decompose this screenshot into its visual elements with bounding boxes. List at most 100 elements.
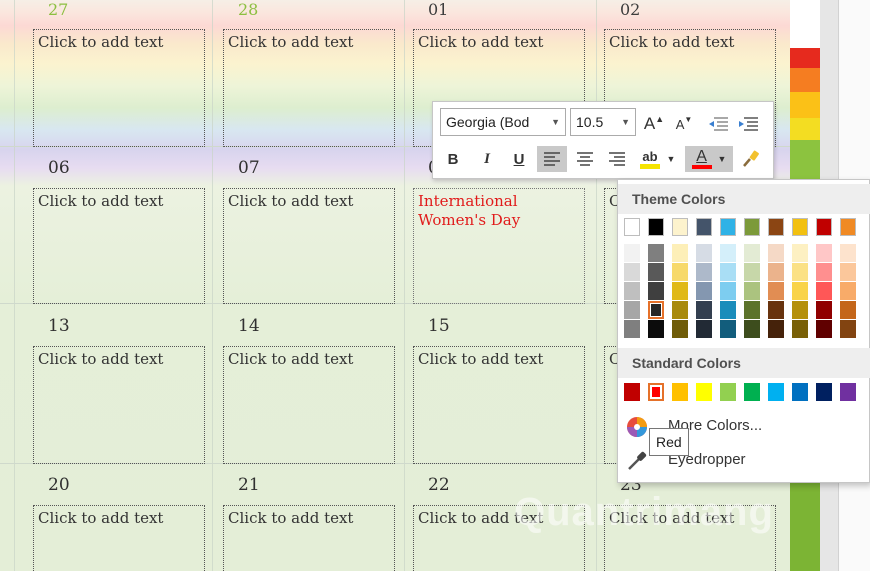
theme-shade-swatch[interactable]: [768, 263, 784, 281]
standard-color-swatch[interactable]: [648, 383, 664, 401]
day-text-placeholder[interactable]: Click to add text: [223, 188, 395, 304]
standard-color-swatch[interactable]: [792, 383, 808, 401]
theme-shade-swatch[interactable]: [792, 301, 808, 319]
day-text-placeholder[interactable]: Click to add text: [33, 188, 205, 304]
grow-font-button[interactable]: A ▲: [643, 111, 665, 137]
theme-shade-swatch[interactable]: [744, 244, 760, 262]
theme-shade-swatch[interactable]: [648, 282, 664, 300]
theme-shade-swatch[interactable]: [840, 263, 856, 281]
theme-shade-swatch[interactable]: [840, 244, 856, 262]
theme-shade-swatch[interactable]: [768, 282, 784, 300]
chevron-down-icon[interactable]: ▼: [718, 154, 727, 164]
theme-shade-swatch[interactable]: [816, 244, 832, 262]
chevron-down-icon[interactable]: ▼: [621, 117, 630, 127]
theme-color-swatch[interactable]: [696, 218, 712, 236]
italic-button[interactable]: I: [475, 146, 499, 172]
theme-shade-swatch[interactable]: [840, 301, 856, 319]
theme-shade-swatch[interactable]: [696, 263, 712, 281]
theme-shade-swatch[interactable]: [816, 320, 832, 338]
font-name-box[interactable]: Georgia (Bod ▼: [440, 108, 566, 136]
theme-shade-swatch[interactable]: [720, 320, 736, 338]
align-right-button[interactable]: [603, 146, 631, 172]
day-text-placeholder[interactable]: Click to add text: [223, 346, 395, 464]
standard-color-swatch[interactable]: [696, 383, 712, 401]
standard-color-swatch[interactable]: [672, 383, 688, 401]
theme-shade-swatch[interactable]: [720, 301, 736, 319]
decrease-indent-button[interactable]: [705, 111, 731, 137]
theme-shade-swatch[interactable]: [816, 282, 832, 300]
theme-shade-swatch[interactable]: [840, 320, 856, 338]
theme-shade-swatch[interactable]: [672, 282, 688, 300]
theme-shade-swatch[interactable]: [672, 263, 688, 281]
increase-indent-button[interactable]: [735, 111, 761, 137]
theme-shade-swatch[interactable]: [840, 282, 856, 300]
theme-shade-swatch[interactable]: [624, 301, 640, 319]
theme-shade-swatch[interactable]: [744, 301, 760, 319]
bold-button[interactable]: B: [441, 146, 465, 172]
day-number: 28: [238, 0, 259, 19]
theme-color-swatch[interactable]: [720, 218, 736, 236]
font-color-button[interactable]: A ▼: [685, 146, 733, 172]
day-text-placeholder[interactable]: Click to add text: [33, 346, 205, 464]
theme-shade-swatch[interactable]: [792, 263, 808, 281]
theme-shade-swatch[interactable]: [624, 282, 640, 300]
theme-color-swatch[interactable]: [648, 218, 664, 236]
highlight-color-button[interactable]: ab: [637, 146, 663, 172]
theme-shade-swatch[interactable]: [792, 244, 808, 262]
theme-shade-swatch[interactable]: [744, 263, 760, 281]
standard-color-swatch[interactable]: [816, 383, 832, 401]
standard-color-swatch[interactable]: [768, 383, 784, 401]
theme-shade-swatch[interactable]: [744, 320, 760, 338]
theme-shade-swatch[interactable]: [624, 244, 640, 262]
font-size-box[interactable]: 10.5 ▼: [570, 108, 636, 136]
theme-shade-swatch[interactable]: [744, 282, 760, 300]
day-text-placeholder[interactable]: Click to add text: [33, 29, 205, 147]
theme-shade-swatch[interactable]: [624, 320, 640, 338]
format-painter-button[interactable]: [737, 146, 765, 172]
standard-color-swatch[interactable]: [720, 383, 736, 401]
theme-shade-swatch[interactable]: [696, 320, 712, 338]
theme-shade-swatch[interactable]: [648, 244, 664, 262]
highlight-dropdown[interactable]: ▼: [665, 146, 677, 172]
theme-color-swatch[interactable]: [672, 218, 688, 236]
theme-shade-swatch[interactable]: [648, 263, 664, 281]
theme-shade-swatch[interactable]: [672, 301, 688, 319]
standard-color-swatch[interactable]: [744, 383, 760, 401]
theme-shade-swatch[interactable]: [696, 244, 712, 262]
theme-color-swatch[interactable]: [792, 218, 808, 236]
standard-color-swatch[interactable]: [840, 383, 856, 401]
day-text-placeholder[interactable]: Click to add text: [413, 346, 585, 464]
theme-shade-swatch[interactable]: [816, 263, 832, 281]
standard-color-swatch[interactable]: [624, 383, 640, 401]
theme-shade-swatch[interactable]: [696, 301, 712, 319]
theme-shade-swatch[interactable]: [648, 320, 664, 338]
theme-color-swatch[interactable]: [624, 218, 640, 236]
theme-shade-swatch[interactable]: [672, 244, 688, 262]
theme-color-swatch[interactable]: [768, 218, 784, 236]
align-left-button[interactable]: [537, 146, 567, 172]
theme-shade-swatch[interactable]: [624, 263, 640, 281]
theme-shade-swatch[interactable]: [696, 282, 712, 300]
theme-color-swatch[interactable]: [744, 218, 760, 236]
theme-color-swatch[interactable]: [816, 218, 832, 236]
theme-shade-swatch[interactable]: [816, 301, 832, 319]
align-center-button[interactable]: [571, 146, 599, 172]
theme-shade-swatch[interactable]: [672, 320, 688, 338]
underline-button[interactable]: U: [507, 146, 531, 172]
theme-shade-swatch[interactable]: [720, 263, 736, 281]
event-text-box[interactable]: International Women's Day: [413, 188, 585, 304]
day-text-placeholder[interactable]: Click to add text: [223, 505, 395, 571]
theme-shade-swatch[interactable]: [648, 301, 664, 319]
theme-shade-swatch[interactable]: [720, 244, 736, 262]
day-text-placeholder[interactable]: Click to add text: [33, 505, 205, 571]
theme-shade-swatch[interactable]: [792, 320, 808, 338]
theme-shade-swatch[interactable]: [768, 244, 784, 262]
theme-shade-swatch[interactable]: [768, 320, 784, 338]
theme-shade-swatch[interactable]: [768, 301, 784, 319]
theme-shade-swatch[interactable]: [720, 282, 736, 300]
day-text-placeholder[interactable]: Click to add text: [223, 29, 395, 147]
shrink-font-button[interactable]: A ▼: [673, 111, 695, 137]
theme-shade-swatch[interactable]: [792, 282, 808, 300]
chevron-down-icon[interactable]: ▼: [551, 117, 560, 127]
theme-color-swatch[interactable]: [840, 218, 856, 236]
